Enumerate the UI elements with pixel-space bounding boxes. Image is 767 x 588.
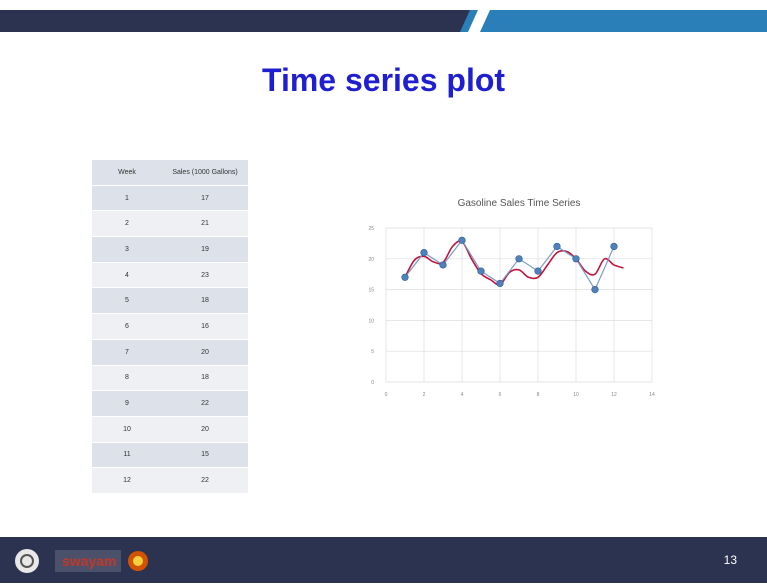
sales-table-wrap: Week Sales (1000 Gallons) 1 17 2 21 3 19 4 23 5 1… xyxy=(92,160,248,494)
sales-cell: 16 xyxy=(162,313,248,340)
sales-cell: 19 xyxy=(162,236,248,263)
sales-cell: 23 xyxy=(162,262,248,289)
x-tick-label: 10 xyxy=(573,392,579,398)
smoothed-series-line xyxy=(404,240,624,286)
sales-table: Week Sales (1000 Gallons) 1 17 2 21 3 19 4 23 5 1… xyxy=(92,160,248,494)
week-cell: 12 xyxy=(92,467,162,494)
sales-cell: 18 xyxy=(162,365,248,392)
sales-cell: 22 xyxy=(162,390,248,417)
sales-cell: 20 xyxy=(162,416,248,443)
week-cell: 8 xyxy=(92,365,162,392)
y-tick-label: 5 xyxy=(371,349,374,355)
table-row: 4 23 xyxy=(92,262,248,289)
week-cell: 10 xyxy=(92,416,162,443)
y-tick-label: 25 xyxy=(368,226,374,232)
bottom-bar: swayam xyxy=(0,537,767,583)
table-row: 9 22 xyxy=(92,390,248,417)
sales-point xyxy=(439,261,447,269)
swayam-logo-text: swayam xyxy=(62,553,116,569)
table-row: 3 19 xyxy=(92,236,248,263)
week-cell: 5 xyxy=(92,287,162,315)
table-row: 8 18 xyxy=(92,365,248,392)
top-bar-accent xyxy=(460,10,767,32)
sales-point xyxy=(553,242,561,251)
table-header-row: Week Sales (1000 Gallons) xyxy=(92,160,248,186)
x-tick-label: 14 xyxy=(649,392,655,398)
slide-title: Time series plot xyxy=(261,62,506,98)
table-row: 5 18 xyxy=(92,287,248,315)
sales-point xyxy=(534,267,542,275)
sales-cell: 17 xyxy=(162,185,248,212)
table-body: 1 17 2 21 3 19 4 23 5 18 6 16 7 20 8 18 9 22 10 20 11 15 12 22 xyxy=(92,185,248,494)
sales-point xyxy=(610,242,618,251)
sales-point xyxy=(420,249,428,257)
table-row: 1 17 xyxy=(92,185,248,212)
nptel-logo-inner xyxy=(133,556,143,566)
x-tick-label: 4 xyxy=(461,392,464,398)
week-cell: 9 xyxy=(92,390,162,417)
chart-title: Gasoline Sales Time Series xyxy=(458,198,581,209)
footer-logos: swayam xyxy=(15,549,148,573)
table-row: 2 21 xyxy=(92,210,248,238)
x-tick-label: 0 xyxy=(385,392,388,398)
week-cell: 11 xyxy=(92,442,162,469)
x-tick-label: 12 xyxy=(611,392,617,398)
sales-point xyxy=(496,279,504,288)
table-row: 11 15 xyxy=(92,442,248,469)
page-number: 13 xyxy=(723,553,737,567)
x-tick-label: 8 xyxy=(537,392,540,398)
table-row: 12 22 xyxy=(92,467,248,494)
sales-cell: 20 xyxy=(162,339,248,366)
y-tick-label: 0 xyxy=(371,380,374,386)
table-row: 7 20 xyxy=(92,339,248,366)
y-tick-label: 10 xyxy=(368,318,374,324)
y-tick-label: 20 xyxy=(368,257,374,263)
sales-point xyxy=(572,255,580,263)
sales-cell: 21 xyxy=(162,210,248,238)
y-tick-label: 15 xyxy=(368,288,374,294)
header-week: Week xyxy=(92,160,162,186)
accent-stripe xyxy=(460,10,767,32)
sales-point xyxy=(477,267,485,275)
week-cell: 7 xyxy=(92,339,162,366)
sales-point xyxy=(515,255,523,263)
week-cell: 3 xyxy=(92,236,162,263)
header-sales: Sales (1000 Gallons) xyxy=(162,160,248,186)
sales-point xyxy=(401,273,409,281)
sales-cell: 15 xyxy=(162,442,248,469)
week-cell: 2 xyxy=(92,210,162,238)
top-bar xyxy=(0,0,767,32)
gasoline-sales-chart: Gasoline Sales Time Series 0 5 10 15 20 25 0 2 4 6… xyxy=(368,198,655,398)
x-tick-label: 2 xyxy=(423,392,426,398)
week-cell: 4 xyxy=(92,262,162,289)
sales-cell: 22 xyxy=(162,467,248,494)
sales-cell: 18 xyxy=(162,287,248,315)
week-cell: 6 xyxy=(92,313,162,340)
x-tick-label: 6 xyxy=(499,392,502,398)
institute-logo-icon xyxy=(15,549,39,573)
sales-point xyxy=(458,236,466,244)
sales-point xyxy=(591,285,599,294)
sales-series-line xyxy=(404,239,615,291)
table-row: 10 20 xyxy=(92,416,248,443)
week-cell: 1 xyxy=(92,185,162,212)
table-row: 6 16 xyxy=(92,313,248,340)
